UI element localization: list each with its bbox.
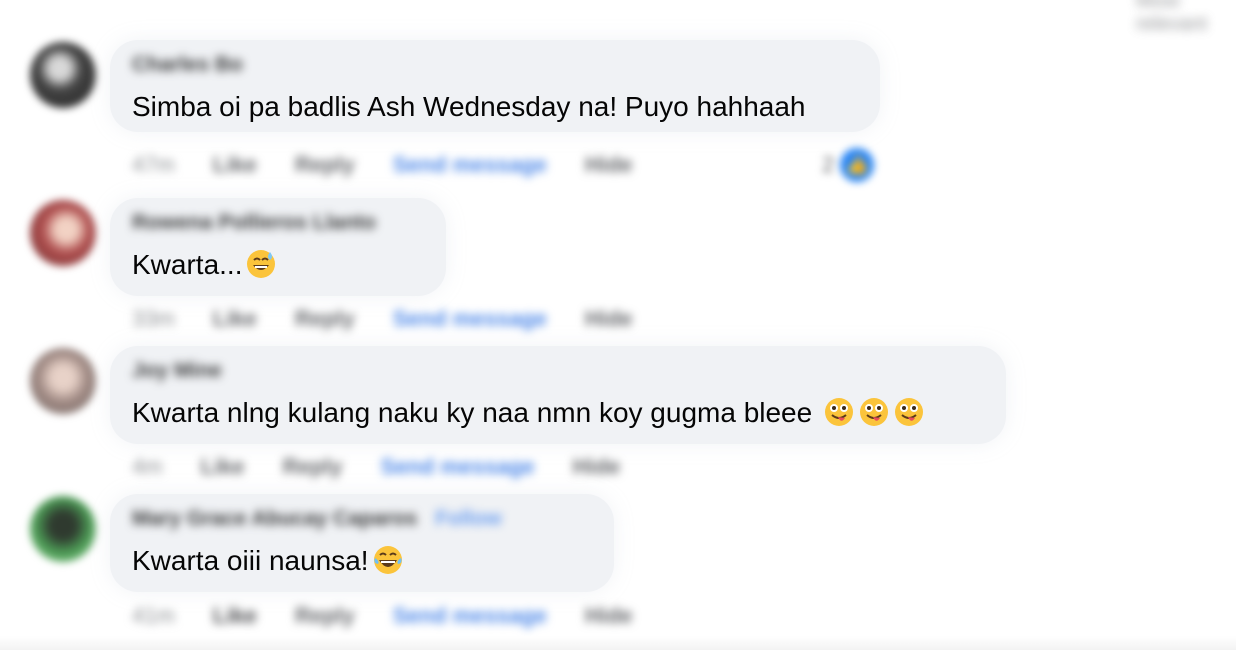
comment-timestamp[interactable]: 41m — [132, 603, 175, 629]
hide-button[interactable]: Hide — [585, 603, 633, 629]
like-button[interactable]: Like — [201, 454, 245, 480]
avatar[interactable] — [30, 200, 96, 266]
comment-bubble: Mary Grace Abucay Caparos Follow Kwarta … — [110, 494, 614, 592]
like-button[interactable]: Like — [213, 306, 257, 332]
hide-button[interactable]: Hide — [573, 454, 621, 480]
reply-button[interactable]: Reply — [295, 603, 355, 629]
send-message-button[interactable]: Send message — [393, 152, 547, 178]
reaction-badge[interactable]: 2 👍 — [822, 148, 875, 182]
bottom-divider — [0, 636, 1236, 650]
hide-button[interactable]: Hide — [585, 152, 633, 178]
reply-button[interactable]: Reply — [295, 152, 355, 178]
reply-button[interactable]: Reply — [295, 306, 355, 332]
comment-text: Simba oi pa badlis Ash Wednesday na! Puy… — [132, 90, 858, 124]
send-message-button[interactable]: Send message — [393, 306, 547, 332]
comment-actions: 41m Like Reply Send message Hide — [132, 603, 671, 629]
like-button[interactable]: Like — [213, 603, 257, 629]
comment-bubble: Joy Mine Kwarta nlng kulang naku ky naa … — [110, 346, 1006, 444]
comment-timestamp[interactable]: 47m — [132, 152, 175, 178]
comment-actions: 33m Like Reply Send message Hide — [132, 306, 671, 332]
like-button[interactable]: Like — [213, 152, 257, 178]
comment-author[interactable]: Joy Mine — [132, 359, 984, 382]
comment-timestamp[interactable]: 4m — [132, 454, 163, 480]
comment-bubble: Rowena Pollieros Llanto Kwarta... — [110, 198, 446, 296]
comment-text: Kwarta nlng kulang naku ky naa nmn koy g… — [132, 396, 984, 430]
winking-tongue-emoji — [859, 398, 888, 426]
comment-author: Mary Grace Abucay Caparos Follow — [132, 507, 592, 531]
reply-button[interactable]: Reply — [283, 454, 343, 480]
comment-text-body: Simba oi pa badlis Ash Wednesday na! Puy… — [132, 91, 806, 122]
comment-text-body: Kwarta oiii naunsa! — [132, 545, 369, 576]
winking-tongue-emoji — [824, 398, 853, 426]
comment-bubble: Charles Bo Simba oi pa badlis Ash Wednes… — [110, 40, 880, 132]
send-message-button[interactable]: Send message — [381, 454, 535, 480]
tears-of-joy-emoji — [373, 546, 402, 574]
comment-text: Kwarta... — [132, 248, 424, 282]
comment-actions: 4m Like Reply Send message Hide — [132, 454, 658, 480]
comment-timestamp[interactable]: 33m — [132, 306, 175, 332]
sort-filter-label[interactable]: Most relevant — [1136, 0, 1226, 35]
comment-text: Kwarta oiii naunsa! — [132, 544, 592, 578]
reaction-count: 2 — [822, 152, 835, 177]
comment-author[interactable]: Rowena Pollieros Llanto — [132, 211, 424, 234]
comment-author[interactable]: Charles Bo — [132, 53, 858, 76]
comment-text-body: Kwarta... — [132, 249, 243, 280]
comment-author-name[interactable]: Mary Grace Abucay Caparos — [132, 507, 417, 531]
winking-tongue-emoji — [894, 398, 923, 426]
avatar[interactable] — [30, 42, 96, 108]
send-message-button[interactable]: Send message — [393, 603, 547, 629]
avatar[interactable] — [30, 496, 96, 562]
comment-text-body: Kwarta nlng kulang naku ky naa nmn koy g… — [132, 397, 820, 428]
grinning-sweat-emoji — [247, 250, 276, 278]
hide-button[interactable]: Hide — [585, 306, 633, 332]
like-reaction-icon: 👍 — [840, 148, 875, 182]
avatar[interactable] — [30, 348, 96, 414]
follow-button[interactable]: Follow — [435, 507, 502, 531]
comment-actions: 47m Like Reply Send message Hide — [132, 152, 671, 178]
comments-page: Most relevant Charles Bo Simba oi pa bad… — [0, 0, 1236, 650]
